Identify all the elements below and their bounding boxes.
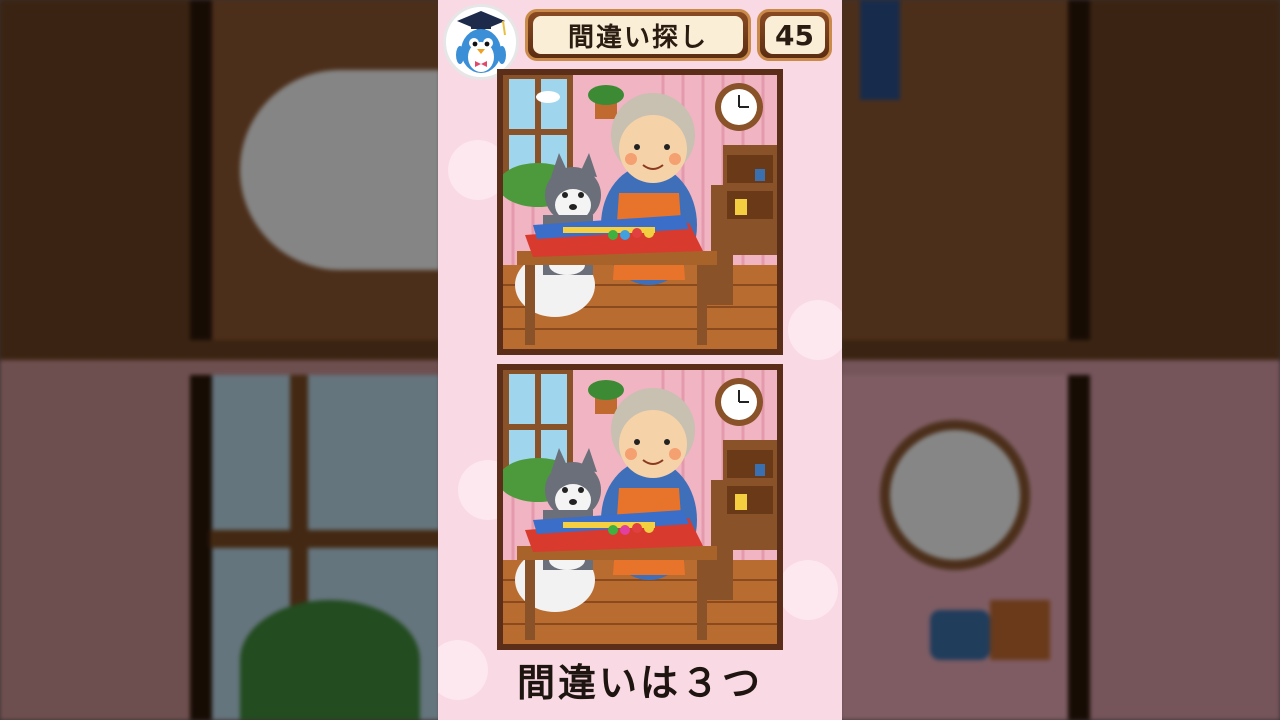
title-plate: 間違い探し (525, 9, 751, 61)
game-title: 間違い探し (533, 16, 743, 54)
game-screen: 間違い探し 45 間違いは３つ (0, 0, 1280, 720)
puzzle-image-modified[interactable] (497, 364, 783, 650)
grandma-husky-scene-variant (503, 370, 777, 644)
puzzle-number: 45 (764, 16, 825, 54)
penguin-graduate-icon (456, 11, 506, 73)
puzzle-number-plate: 45 (757, 9, 832, 61)
background-left-blur (0, 0, 440, 720)
differences-count-hint: 間違いは３つ (516, 661, 763, 705)
puzzle-image-original[interactable] (497, 69, 783, 355)
grandma-husky-scene (503, 75, 777, 349)
background-right-blur (840, 0, 1280, 720)
